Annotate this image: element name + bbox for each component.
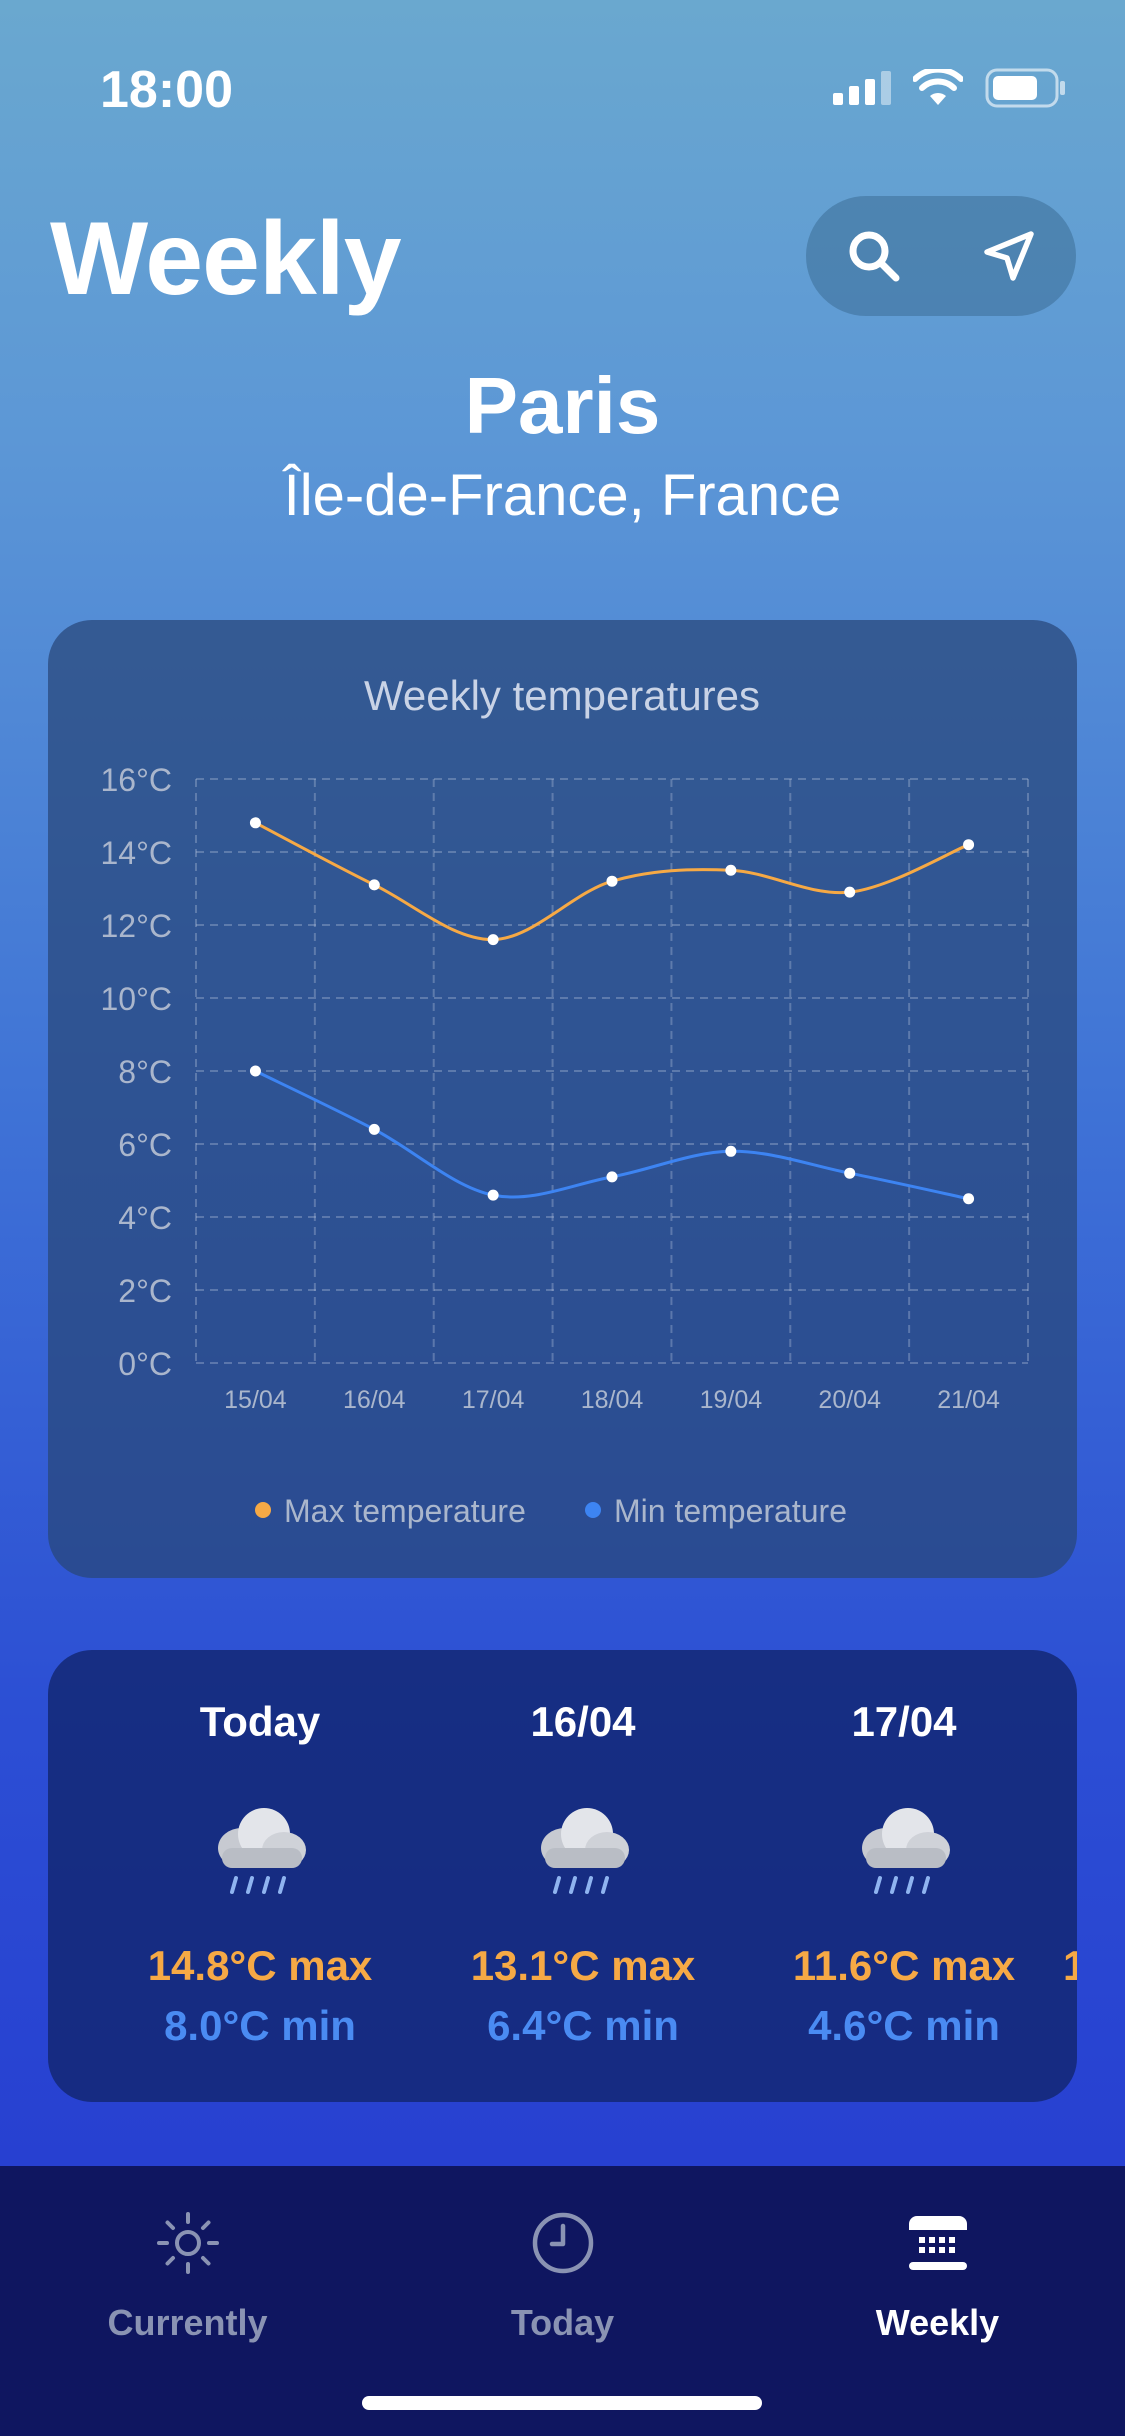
data-point: [963, 1193, 975, 1205]
x-tick-label: 19/04: [700, 1386, 763, 1414]
y-tick-label: 12°C: [101, 908, 173, 944]
weekly-chart-card: Weekly temperatures 0°C 2°C 4°C 6°C 8°C 10°C 12…: [48, 620, 1077, 1578]
forecast-day[interactable]: 17/04 11.6°C max 4.6°C min: [744, 1650, 1064, 2102]
home-indicator: [362, 2396, 762, 2410]
search-button[interactable]: [829, 211, 919, 301]
sun-icon: [157, 2212, 219, 2274]
location-button[interactable]: [964, 211, 1054, 301]
tab-weekly[interactable]: Weekly: [750, 2166, 1125, 2366]
x-tick-label: 21/04: [937, 1386, 1000, 1414]
location-arrow-icon: [983, 231, 1034, 281]
x-tick-label: 15/04: [224, 1386, 287, 1414]
data-point: [963, 839, 975, 851]
x-tick-label: 16/04: [343, 1386, 406, 1414]
y-tick-label: 14°C: [101, 835, 173, 871]
forecast-peek-value: 1: [1063, 1942, 1077, 1989]
data-point: [368, 1123, 380, 1135]
legend-label: Max temperature: [284, 1493, 526, 1529]
forecast-min-temp: 4.6°C min: [808, 2002, 1000, 2049]
forecast-max-temp: 14.8°C max: [147, 1942, 373, 1989]
status-bar: 18:00: [0, 0, 1125, 150]
search-icon: [849, 231, 899, 282]
forecast-min-temp: 8.0°C min: [164, 2002, 356, 2049]
data-point: [606, 875, 618, 887]
rain-cloud-icon: [852, 1798, 956, 1898]
data-point: [844, 1167, 856, 1179]
page-title: Weekly: [50, 201, 402, 317]
status-time: 18:00: [100, 61, 233, 119]
y-tick-label: 10°C: [101, 981, 173, 1017]
y-tick-label: 8°C: [118, 1054, 172, 1090]
battery-icon: [985, 68, 1065, 108]
forecast-day-label: 17/04: [851, 1698, 957, 1745]
region-name: Île-de-France, France: [283, 463, 842, 528]
wifi-icon: [913, 69, 963, 105]
legend-label: Min temperature: [614, 1493, 847, 1529]
clock-icon: [532, 2212, 594, 2274]
data-point: [368, 879, 380, 891]
data-point: [725, 864, 737, 876]
x-tick-label: 20/04: [818, 1386, 881, 1414]
data-point: [487, 1189, 499, 1201]
y-tick-label: 4°C: [118, 1200, 172, 1236]
forecast-day[interactable]: Today 14.8°C max 8.0°C min: [100, 1650, 420, 2102]
forecast-card[interactable]: Today 14.8°C max 8.0°C min 16/04 13.1°C max 6…: [48, 1650, 1077, 2102]
x-tick-label: 18/04: [581, 1386, 644, 1414]
rain-cloud-icon: [208, 1798, 312, 1898]
data-point: [606, 1171, 618, 1183]
tab-label-currently: Currently: [107, 2302, 268, 2343]
forecast-max-temp: 11.6°C max: [792, 1942, 1016, 1989]
forecast-day-label: Today: [199, 1698, 321, 1745]
status-icons: [833, 68, 1067, 108]
tab-currently[interactable]: Currently: [0, 2166, 375, 2366]
y-tick-label: 6°C: [118, 1127, 172, 1163]
y-tick-label: 16°C: [101, 762, 173, 798]
rain-cloud-icon: [531, 1798, 635, 1898]
city-name: Paris: [464, 361, 661, 450]
weekly-temperature-chart: Weekly temperatures 0°C 2°C 4°C 6°C 8°C 10°C 12…: [101, 672, 1029, 1529]
tab-label-weekly: Weekly: [875, 2302, 1000, 2343]
data-point: [487, 934, 499, 946]
forecast-max-temp: 13.1°C max: [470, 1942, 696, 1989]
forecast-day[interactable]: 16/04 13.1°C max 6.4°C min: [423, 1650, 743, 2102]
tab-today[interactable]: Today: [375, 2166, 750, 2366]
data-point: [844, 886, 856, 898]
header-actions: [806, 196, 1076, 316]
y-tick-label: 2°C: [118, 1273, 172, 1309]
tab-label-today: Today: [510, 2302, 615, 2343]
data-point: [725, 1145, 737, 1157]
legend-swatch: [585, 1502, 601, 1518]
cellular-signal-icon: [833, 71, 891, 105]
forecast-day-label: 16/04: [530, 1698, 636, 1745]
data-point: [249, 1065, 261, 1077]
forecast-min-temp: 6.4°C min: [487, 2002, 679, 2049]
calendar-icon: [909, 2216, 967, 2270]
legend-swatch: [255, 1502, 271, 1518]
chart-title: Weekly temperatures: [364, 672, 760, 719]
y-tick-label: 0°C: [118, 1346, 172, 1382]
data-point: [249, 817, 261, 829]
x-tick-label: 17/04: [462, 1386, 525, 1414]
